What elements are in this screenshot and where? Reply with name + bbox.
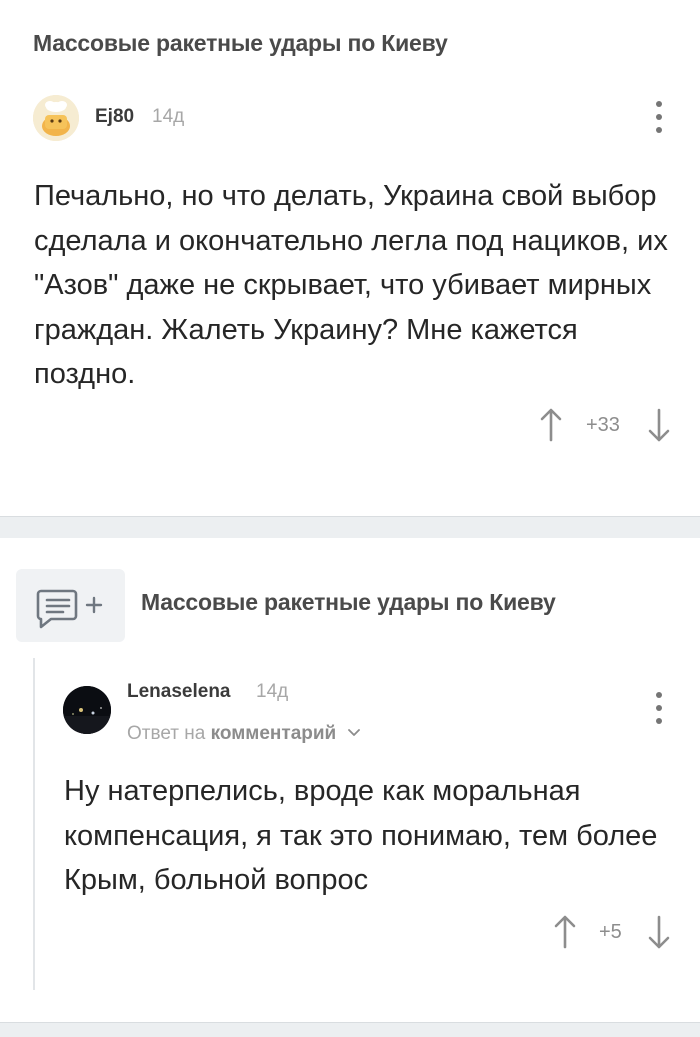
reply-prefix: Ответ на [127,723,206,744]
vote-bar: +5 [548,913,676,953]
reply-to-link[interactable]: Ответ на комментарий [127,721,360,745]
comment-time: 14д [152,106,185,127]
post-title[interactable]: Массовые ракетные удары по Киеву [33,30,448,57]
comment-author[interactable]: Ej80 [95,106,134,128]
avatar[interactable] [63,686,111,734]
arrow-down-icon[interactable] [645,913,673,951]
kebab-menu-icon[interactable] [649,690,669,726]
vote-bar: +33 [534,406,676,446]
arrow-up-icon[interactable] [537,406,565,444]
kebab-menu-icon[interactable] [649,99,669,135]
comment-add-icon [36,589,103,629]
comment-time: 14д [256,681,289,702]
rating-count: +5 [599,921,622,943]
comment-author[interactable]: Lenaselena [127,681,231,703]
card-separator [0,1022,700,1037]
arrow-up-icon[interactable] [551,913,579,951]
rating-count: +33 [586,414,620,436]
add-comment-button[interactable] [16,569,125,642]
comment-text: Печально, но что делать, Украина свой вы… [34,180,668,390]
post-title[interactable]: Массовые ракетные удары по Киеву [141,589,556,616]
thread-line[interactable] [33,658,35,990]
comment-text: Ну натерпелись, вроде как моральная комп… [64,775,658,896]
comment-card-1: Массовые ракетные удары по Киеву Ej80 14… [0,0,700,516]
reply-target[interactable]: комментарий [211,723,337,744]
card-separator [0,516,700,538]
comment-card-2: Массовые ракетные удары по Киеву Lenasel… [0,538,700,1022]
avatar[interactable] [33,95,79,141]
arrow-down-icon[interactable] [645,406,673,444]
chevron-down-icon[interactable] [347,721,360,743]
